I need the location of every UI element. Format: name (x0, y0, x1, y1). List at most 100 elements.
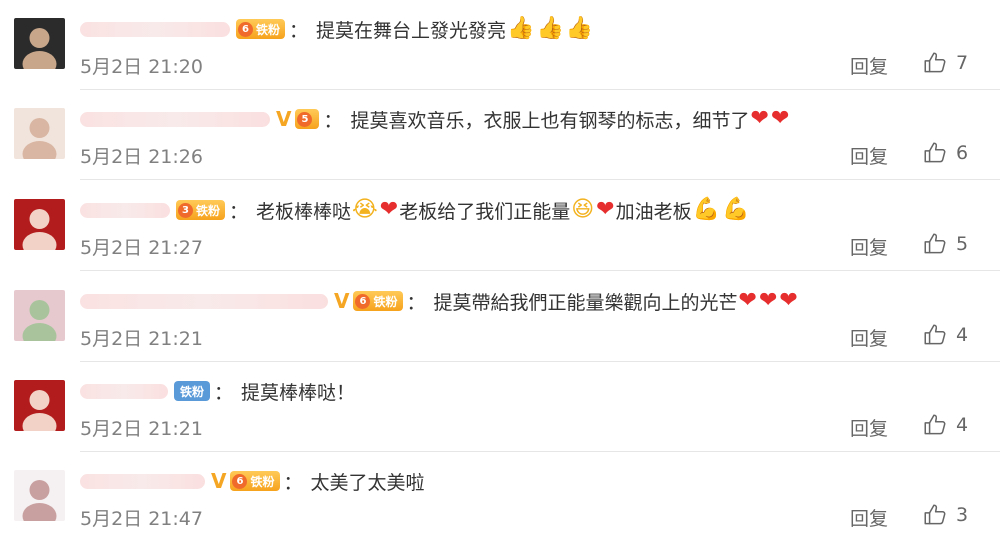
heart-icon: ❤ (779, 288, 798, 313)
verified-icon: V (211, 469, 227, 493)
thumbs-up-icon (922, 502, 956, 528)
username-blurred[interactable] (80, 473, 205, 489)
like-count: 6 (956, 142, 969, 164)
like-button[interactable]: 4 (922, 412, 968, 438)
comment-item: 6 铁粉：提莫在舞台上發光發亮 👍 👍 👍 5月2日 21:20 回复 7 (0, 0, 1000, 90)
comment-body: V 6 铁粉：太美了太美啦 (80, 466, 425, 496)
fan-badge-label: 铁粉 (180, 384, 205, 399)
separator: ： (283, 471, 303, 494)
fan-level-icon: 6 (355, 293, 371, 309)
thumbs-up-icon: 👍 (565, 16, 594, 41)
fan-badge-label: 铁粉 (373, 294, 398, 309)
fan-badge[interactable]: 铁粉 (174, 381, 211, 401)
comment-text: 提莫在舞台上發光發亮 (316, 19, 507, 42)
heart-icon: ❤ (738, 288, 757, 313)
comment-body: 6 铁粉：提莫在舞台上發光發亮 👍 👍 👍 (80, 14, 594, 44)
like-count: 5 (956, 233, 969, 255)
fan-badge[interactable]: 5 (295, 109, 320, 129)
fan-level-icon: 6 (232, 473, 248, 489)
comment-item: 3 铁粉：老板棒棒哒 😭 ❤ 老板给了我们正能量 😆 ❤ 加油老板 💪 💪 5月2日 21:27 回复… (0, 181, 1000, 271)
comment-item: V 6 铁粉：提莫帶給我們正能量樂觀向上的光芒 ❤ ❤ ❤ 5月2日 21:21 回复 4 (0, 272, 1000, 362)
muscle-icon: 💪 (692, 197, 721, 222)
separator: ： (289, 19, 309, 42)
comment-time: 5月2日 21:27 (80, 237, 203, 259)
comment-text: 提莫帶給我們正能量樂觀向上的光芒 (433, 291, 738, 314)
comment-item: 铁粉 ： 提莫棒棒哒！ 5月2日 21:21 回复 4 (0, 362, 1000, 452)
comment-body: 铁粉 ： 提莫棒棒哒！ (80, 376, 355, 406)
comment-item: V 5：提莫喜欢音乐，衣服上也有钢琴的标志，细节了 ❤ ❤ 5月2日 21:26 回复 6 (0, 90, 1000, 180)
thumbs-up-icon (922, 140, 956, 166)
avatar[interactable] (14, 199, 65, 250)
reply-button[interactable]: 回复 (850, 324, 888, 351)
comment-text: 老板棒棒哒 (256, 200, 352, 223)
comment-text: 加油老板 (615, 200, 692, 223)
heart-icon: ❤ (379, 197, 399, 222)
comment-body: V 6 铁粉：提莫帶給我們正能量樂觀向上的光芒 ❤ ❤ ❤ (80, 286, 799, 316)
divider (80, 270, 1000, 271)
avatar[interactable] (14, 380, 65, 431)
username-blurred[interactable] (80, 202, 170, 218)
reply-button[interactable]: 回复 (850, 233, 888, 260)
fan-badge-label: 铁粉 (250, 474, 275, 489)
reply-button[interactable]: 回复 (850, 52, 888, 79)
avatar[interactable] (14, 470, 65, 521)
avatar[interactable] (14, 108, 65, 159)
username-blurred[interactable] (80, 293, 328, 309)
heart-icon: ❤ (750, 106, 769, 131)
fan-badge-label: 铁粉 (196, 203, 221, 218)
like-count: 7 (956, 52, 969, 74)
fan-badge[interactable]: 6 铁粉 (353, 291, 403, 311)
comment-text: 提莫喜欢音乐，衣服上也有钢琴的标志，细节了 (350, 109, 750, 132)
thumbs-up-icon (922, 50, 956, 76)
like-button[interactable]: 7 (922, 50, 968, 76)
like-button[interactable]: 3 (922, 502, 968, 528)
username-blurred[interactable] (80, 111, 270, 127)
comment-time: 5月2日 21:21 (80, 328, 203, 350)
muscle-icon: 💪 (722, 197, 750, 222)
comment-body: V 5：提莫喜欢音乐，衣服上也有钢琴的标志，细节了 ❤ ❤ (80, 104, 790, 134)
heart-icon: ❤ (596, 197, 615, 222)
comment-body: 3 铁粉：老板棒棒哒 😭 ❤ 老板给了我们正能量 😆 ❤ 加油老板 💪 💪 (80, 195, 750, 225)
fan-badge[interactable]: 6 铁粉 (230, 471, 280, 491)
like-button[interactable]: 5 (922, 231, 968, 257)
thumbs-up-icon (922, 412, 956, 438)
comment-time: 5月2日 21:21 (80, 418, 203, 440)
divider (80, 179, 1000, 180)
comment-time: 5月2日 21:20 (80, 56, 203, 78)
heart-icon: ❤ (770, 106, 790, 131)
avatar[interactable] (14, 18, 65, 69)
fan-level-icon: 6 (238, 21, 253, 37)
like-count: 3 (956, 504, 969, 526)
verified-icon: V (334, 289, 350, 313)
reply-button[interactable]: 回复 (850, 142, 888, 169)
fan-level-icon: 3 (178, 202, 193, 218)
fan-badge[interactable]: 3 铁粉 (176, 200, 226, 220)
like-count: 4 (956, 414, 969, 436)
reply-button[interactable]: 回复 (850, 414, 888, 441)
reply-button[interactable]: 回复 (850, 504, 888, 531)
separator: ： (229, 200, 249, 223)
fan-level-icon: 5 (297, 111, 313, 127)
fan-badge-label: 铁粉 (256, 22, 281, 37)
comment-time: 5月2日 21:47 (80, 508, 203, 530)
thumbs-up-icon: 👍 (536, 16, 564, 41)
comment-text: 老板给了我们正能量 (399, 200, 571, 223)
heart-icon: ❤ (758, 288, 778, 313)
thumbs-up-icon (922, 231, 956, 257)
like-button[interactable]: 6 (922, 140, 968, 166)
username-blurred[interactable] (80, 21, 230, 37)
like-count: 4 (956, 324, 969, 346)
fan-badge[interactable]: 6 铁粉 (236, 19, 286, 39)
like-button[interactable]: 4 (922, 322, 968, 348)
thumbs-up-icon (922, 322, 956, 348)
comment-text: 提莫棒棒哒！ (241, 381, 356, 404)
separator: ： (214, 381, 234, 404)
cheering-face-icon: 😆 (571, 197, 595, 222)
username-blurred[interactable] (80, 383, 168, 399)
verified-icon: V (276, 107, 292, 131)
avatar[interactable] (14, 290, 65, 341)
comment-text: 太美了太美啦 (310, 471, 425, 494)
separator: ： (406, 291, 426, 314)
separator: ： (323, 109, 343, 132)
comment-item: V 6 铁粉：太美了太美啦 5月2日 21:47 回复 3 (0, 452, 1000, 542)
